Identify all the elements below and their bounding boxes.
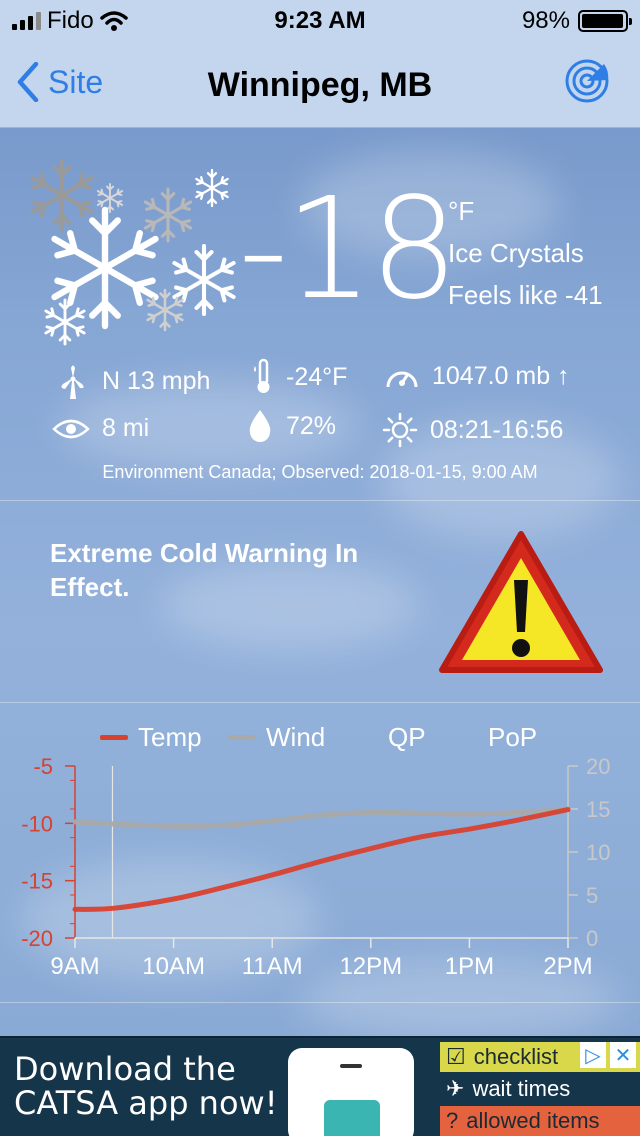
ad-item-allowed-items-label: allowed items <box>466 1108 600 1133</box>
adchoices-icon[interactable]: ▷ <box>580 1042 606 1068</box>
x-axis-tick-label: 12PM <box>339 953 402 980</box>
wind-turbine-icon <box>61 365 84 399</box>
water-drop-icon <box>249 410 271 442</box>
sun-icon <box>382 412 418 448</box>
current-temperature: -18 <box>238 168 459 331</box>
ad-item-wait-times-label: wait times <box>472 1076 571 1101</box>
legend-temp-label: Temp <box>138 722 202 752</box>
ad-headline: Download the CATSA app now! <box>14 1052 278 1120</box>
right-axis-tick-label: 10 <box>586 840 610 865</box>
visibility-value: 8 mi <box>102 414 150 442</box>
weather-alert-text[interactable]: Extreme Cold Warning In Effect. <box>50 536 410 604</box>
left-axis-tick-label: -10 <box>21 811 53 836</box>
dewpoint-stat: -24°F <box>252 358 347 396</box>
sun-stat: 08:21-16:56 <box>382 412 563 448</box>
x-axis-tick-label: 10AM <box>142 953 205 980</box>
wind-swatch <box>228 735 256 740</box>
left-axis-tick-label: -5 <box>33 754 53 779</box>
observation-source: Environment Canada; Observed: 2018-01-15… <box>102 462 538 482</box>
navigation-bar: Site Winnipeg, MB <box>0 40 640 128</box>
close-icon[interactable]: ✕ <box>610 1042 636 1068</box>
x-axis-tick-label: 2PM <box>543 953 592 980</box>
app-logo <box>324 1100 380 1136</box>
divider <box>0 702 640 703</box>
phone-image <box>288 1048 414 1136</box>
legend-wind-label: Wind <box>266 722 326 752</box>
ad-item-allowed-items: ? allowed items <box>440 1106 640 1136</box>
legend-qp[interactable]: QP <box>388 722 426 753</box>
wind-value: N 13 mph <box>102 366 211 395</box>
battery-group: 98% <box>521 7 632 35</box>
right-axis-tick-label: 20 <box>586 754 610 779</box>
checkbox-icon: ☑ <box>446 1044 466 1069</box>
radar-icon[interactable] <box>564 58 610 104</box>
eye-icon <box>52 419 90 438</box>
ad-controls: ▷ ✕ <box>580 1042 636 1068</box>
thermometer-icon <box>254 358 270 393</box>
ad-item-wait-times: ✈ wait times <box>440 1074 640 1104</box>
legend-temp[interactable]: Temp <box>100 722 202 753</box>
battery-icon <box>578 10 632 32</box>
right-axis-tick-label: 15 <box>586 797 610 822</box>
right-axis-tick-label: 0 <box>586 926 598 951</box>
legend-wind[interactable]: Wind <box>228 722 325 753</box>
ad-item-checklist-label: checklist <box>473 1044 559 1069</box>
status-bar: Fido 9:23 AM 98% <box>0 0 640 40</box>
battery-fill <box>582 14 624 28</box>
warning-triangle-icon[interactable] <box>436 528 606 678</box>
ad-banner[interactable]: Download the CATSA app now! ☑ checklist … <box>0 1036 640 1136</box>
x-axis-tick-label: 11AM <box>242 953 303 980</box>
feels-like-text: Feels like -41 <box>448 280 603 310</box>
battery-percent: 98% <box>521 7 570 34</box>
x-axis-tick-label: 9AM <box>50 953 99 980</box>
condition-text: Ice Crystals <box>448 238 584 268</box>
legend-pop[interactable]: PoP <box>488 722 537 753</box>
right-axis-tick-label: 5 <box>586 883 598 908</box>
left-axis-tick-label: -20 <box>21 926 53 951</box>
wind-stat: N 13 mph <box>56 362 210 400</box>
temperature-unit[interactable]: °F <box>448 196 474 227</box>
x-axis-tick-label: 1PM <box>445 953 494 980</box>
temp-swatch <box>100 735 128 740</box>
pressure-stat: 1047.0 mb ↑ <box>384 362 570 391</box>
visibility-stat: 8 mi <box>52 414 149 443</box>
divider <box>0 1002 640 1003</box>
snowflakes-icon <box>20 150 245 350</box>
humidity-value: 72% <box>286 411 337 440</box>
humidity-stat: 72% <box>246 408 336 444</box>
ad-headline-line1: Download the <box>14 1050 236 1088</box>
gauge-icon <box>386 371 418 387</box>
left-axis-tick-label: -15 <box>21 869 53 894</box>
ad-headline-line2: CATSA app now! <box>14 1084 278 1122</box>
phone-speaker <box>340 1064 362 1068</box>
question-icon: ? <box>446 1108 459 1133</box>
page-title: Winnipeg, MB <box>207 66 433 104</box>
sun-times-value: 08:21-16:56 <box>430 415 564 444</box>
airplane-icon: ✈ <box>446 1076 465 1101</box>
forecast-chart: -5 -10 -15 -20 20 15 10 5 0 9AM 10AM 11AM 12PM 1PM 2PM <box>21 754 610 980</box>
legend-qp-label: QP <box>388 722 426 752</box>
legend-pop-label: PoP <box>488 722 538 752</box>
dewpoint-value: -24°F <box>286 362 348 391</box>
divider <box>0 500 640 501</box>
pressure-value: 1047.0 mb ↑ <box>432 362 570 390</box>
